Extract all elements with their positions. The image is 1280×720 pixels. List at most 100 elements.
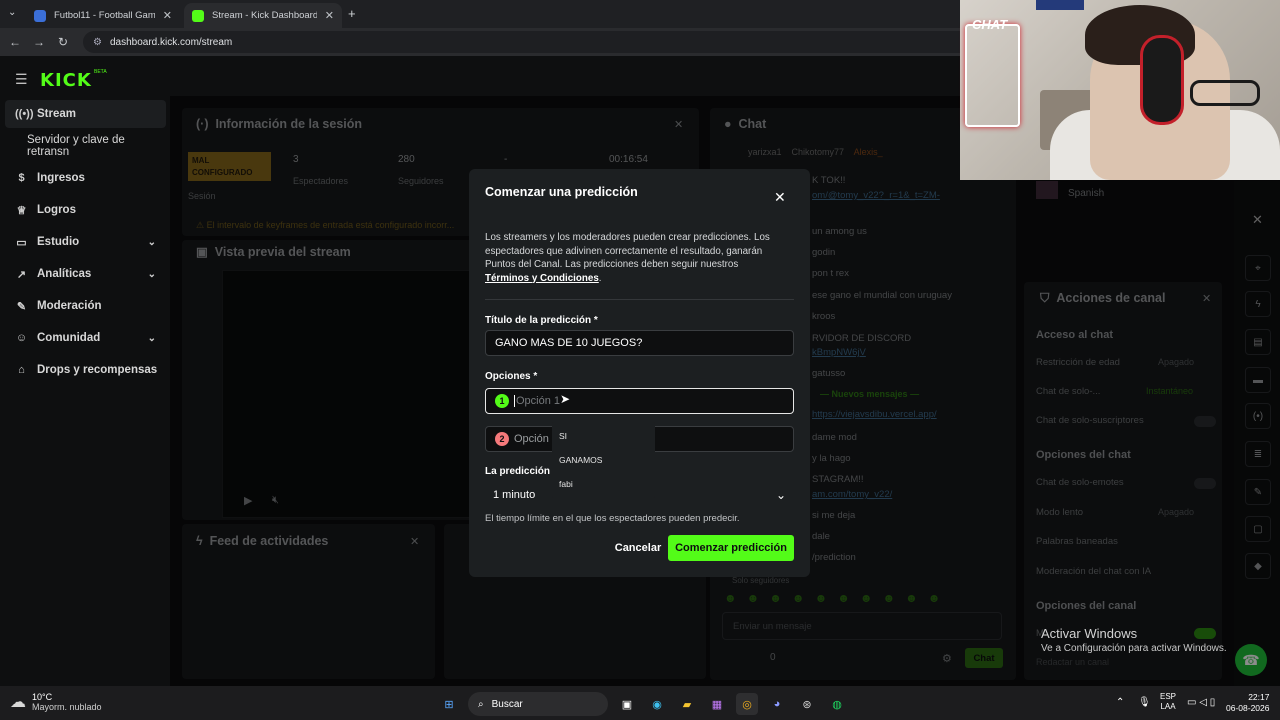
users-icon: ☺ bbox=[15, 332, 28, 344]
sidebar-item-label: Stream bbox=[37, 108, 76, 120]
search-icon: ⌕ bbox=[478, 698, 484, 710]
clock-date: 06-08-2026 bbox=[1226, 703, 1270, 713]
tab-futbol11[interactable]: Futbol11 - Football Games Daily ✕ bbox=[26, 3, 180, 28]
close-modal-icon[interactable]: ✕ bbox=[774, 189, 786, 206]
sidebar-item-label: Drops y recompensas bbox=[37, 364, 158, 376]
webcam-glasses bbox=[1190, 80, 1260, 106]
chevron-up-icon[interactable]: ⌃ bbox=[1116, 697, 1124, 708]
description-text: Los streamers y los moderadores pueden c… bbox=[485, 232, 770, 270]
menu-icon[interactable]: ☰ bbox=[15, 71, 28, 88]
weather-widget[interactable]: ☁ 10°C Mayorm. nublado bbox=[10, 692, 102, 712]
modal-description: Los streamers y los moderadores pueden c… bbox=[485, 231, 785, 285]
option-1-input[interactable]: 1 Opción 1 ➤ bbox=[485, 388, 794, 414]
windows-start-icon[interactable]: ⊞ bbox=[438, 693, 460, 715]
chevron-down-icon: ⌄ bbox=[147, 332, 156, 344]
taskbar-apps: ⊞ ⌕ Buscar ▣ ◉ ▰ ▦ ◎ ◕ ⊛ ◍ bbox=[438, 692, 848, 716]
microphone-icon[interactable]: 🎙︎ bbox=[1138, 697, 1151, 708]
mouse-cursor-icon: ➤ bbox=[560, 392, 571, 406]
chevron-down-icon: ⌄ bbox=[147, 236, 156, 248]
store-icon[interactable]: ▦ bbox=[706, 693, 728, 715]
clock[interactable]: 22:17 06-08-2026 bbox=[1226, 692, 1269, 714]
sidebar-item-moderacion[interactable]: ✎ Moderación bbox=[5, 292, 166, 320]
sidebar-item-server-key[interactable]: Servidor y clave de retransn bbox=[5, 132, 166, 160]
tab-list-icon[interactable]: ⌄ bbox=[8, 7, 16, 18]
dollar-icon: $ bbox=[18, 172, 25, 184]
sidebar-item-drops[interactable]: ⌂ Drops y recompensas bbox=[5, 356, 166, 384]
site-info-icon[interactable]: ⚙ bbox=[93, 37, 102, 48]
title-label: Título de la predicción * bbox=[485, 315, 598, 326]
sidebar-item-stream[interactable]: ((•)) Stream bbox=[5, 100, 166, 128]
wrench-icon: ✎ bbox=[16, 300, 27, 313]
network-icon[interactable]: ▭ ◁ ▯ bbox=[1187, 697, 1215, 708]
weather-desc: Mayorm. nublado bbox=[32, 702, 102, 712]
sidebar-item-label: Analíticas bbox=[37, 268, 92, 280]
tab-title: Stream - Kick Dashboard bbox=[212, 10, 317, 21]
studio-icon: ▭ bbox=[16, 236, 27, 249]
cancel-button[interactable]: Cancelar bbox=[607, 535, 669, 561]
file-explorer-icon[interactable]: ▰ bbox=[676, 693, 698, 715]
autocomplete-item[interactable]: SI bbox=[559, 431, 567, 441]
input-language[interactable]: ESP LAA bbox=[1160, 692, 1176, 712]
url-text: dashboard.kick.com/stream bbox=[109, 36, 233, 48]
steam-icon[interactable]: ⊛ bbox=[796, 693, 818, 715]
terms-end: . bbox=[598, 272, 602, 284]
broadcast-icon: ((•)) bbox=[15, 108, 34, 120]
activation-watermark-text: Ve a Configuración para activar Windows. bbox=[1041, 643, 1227, 654]
taskbar-search[interactable]: ⌕ Buscar bbox=[468, 692, 608, 716]
chat-frame-label: CHAT bbox=[972, 17, 1008, 32]
trophy-icon: ♕ bbox=[16, 204, 27, 217]
futbol11-favicon bbox=[34, 9, 46, 22]
clock-time: 22:17 bbox=[1248, 692, 1270, 702]
duration-label: La predicción c bbox=[485, 466, 559, 477]
sidebar-item-label: Servidor y clave de retransn bbox=[27, 134, 125, 158]
forward-icon[interactable]: → bbox=[27, 35, 51, 49]
sidebar-item-label: Estudio bbox=[37, 236, 80, 248]
webcam-headset bbox=[1140, 35, 1184, 125]
reload-icon[interactable]: ↻ bbox=[51, 35, 75, 49]
edge-icon[interactable]: ◉ bbox=[646, 693, 668, 715]
chrome-icon[interactable]: ◎ bbox=[736, 693, 758, 715]
lang-layout: LAA bbox=[1160, 702, 1176, 711]
new-tab-icon[interactable]: + bbox=[348, 6, 356, 21]
close-tab-icon[interactable]: ✕ bbox=[325, 9, 334, 22]
tab-kick-dashboard[interactable]: Stream - Kick Dashboard ✕ bbox=[184, 3, 342, 28]
sidebar-item-estudio[interactable]: ▭ Estudio ⌄ bbox=[5, 228, 166, 256]
duration-help: El tiempo límite en el que los espectado… bbox=[485, 513, 740, 524]
autocomplete-item[interactable]: fabi bbox=[559, 479, 573, 489]
duration-value: 1 minuto bbox=[493, 489, 536, 501]
kick-logo[interactable]: KICK bbox=[40, 70, 92, 91]
lang-code: ESP bbox=[1160, 692, 1177, 701]
autocomplete-item[interactable]: GANAMOS bbox=[559, 455, 602, 465]
options-label: Opciones * bbox=[485, 371, 538, 382]
prediction-modal: Comenzar una predicción ✕ Los streamers … bbox=[469, 169, 810, 577]
chart-icon: ↗ bbox=[16, 268, 27, 281]
divider bbox=[485, 299, 794, 300]
sidebar-item-logros[interactable]: ♕ Logros bbox=[5, 196, 166, 224]
terms-link[interactable]: Términos y Condiciones bbox=[485, 273, 599, 284]
gift-icon: ⌂ bbox=[18, 364, 25, 376]
option-1-placeholder: Opción 1 bbox=[514, 395, 561, 407]
chevron-down-icon: ⌄ bbox=[147, 268, 156, 280]
sidebar-item-analiticas[interactable]: ↗ Analíticas ⌄ bbox=[5, 260, 166, 288]
prediction-title-input[interactable]: GANO MAS DE 10 JUEGOS? bbox=[485, 330, 794, 356]
prediction-title-value: GANO MAS DE 10 JUEGOS? bbox=[495, 337, 643, 349]
sidebar-item-label: Ingresos bbox=[37, 172, 85, 184]
option-2-badge: 2 bbox=[495, 432, 509, 446]
start-prediction-button[interactable]: Comenzar predicción bbox=[668, 535, 794, 561]
activation-watermark-title: Activar Windows bbox=[1041, 626, 1138, 641]
task-view-icon[interactable]: ▣ bbox=[616, 693, 638, 715]
sidebar-item-label: Comunidad bbox=[37, 332, 101, 344]
webcam-poster bbox=[1036, 0, 1084, 10]
tab-title: Futbol11 - Football Games Daily bbox=[54, 10, 155, 21]
sidebar-item-comunidad[interactable]: ☺ Comunidad ⌄ bbox=[5, 324, 166, 352]
sidebar-item-label: Moderación bbox=[37, 300, 102, 312]
kick-favicon bbox=[192, 9, 204, 22]
discord-icon[interactable]: ◕ bbox=[766, 693, 788, 715]
chevron-down-icon: ⌄ bbox=[775, 488, 786, 502]
sidebar-item-ingresos[interactable]: $ Ingresos bbox=[5, 164, 166, 192]
spotify-icon[interactable]: ◍ bbox=[826, 693, 848, 715]
url-field[interactable]: ⚙ dashboard.kick.com/stream bbox=[83, 31, 1023, 53]
back-icon[interactable]: ← bbox=[3, 35, 27, 49]
close-tab-icon[interactable]: ✕ bbox=[163, 9, 172, 22]
weather-temp: 10°C bbox=[32, 692, 53, 702]
